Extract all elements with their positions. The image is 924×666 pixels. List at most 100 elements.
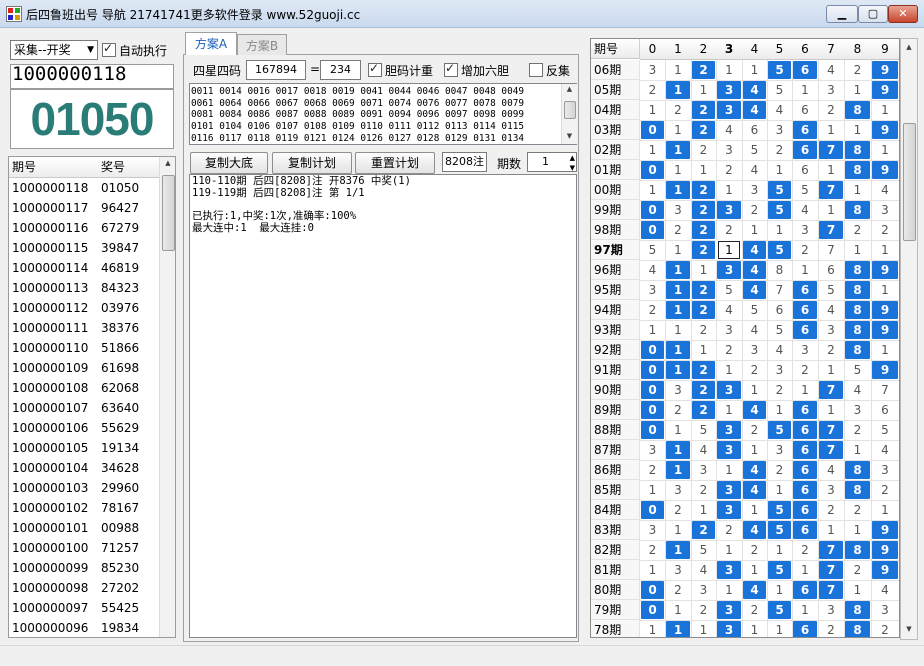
grid-cell[interactable]: 2 bbox=[716, 340, 743, 361]
grid-cell[interactable]: 2 bbox=[640, 460, 666, 481]
grid-cell[interactable]: 2 bbox=[871, 620, 899, 637]
grid-cell[interactable]: 1 bbox=[844, 580, 872, 601]
grid-header-digit[interactable]: 0 bbox=[640, 39, 666, 60]
grid-cell-hit[interactable]: 0 bbox=[640, 420, 666, 441]
grid-row-period[interactable]: 82期 bbox=[591, 540, 640, 560]
six-dan-checkbox[interactable]: 增加六胆 bbox=[444, 61, 509, 79]
grid-row-period[interactable]: 01期 bbox=[591, 160, 640, 180]
grid-cell[interactable]: 2 bbox=[665, 500, 692, 521]
grid-cell[interactable]: 4 bbox=[818, 60, 845, 81]
grid-cell-hit[interactable]: 1 bbox=[665, 260, 692, 281]
grid-cell-hit[interactable]: 5 bbox=[767, 240, 793, 261]
minimize-button[interactable]: ▁ bbox=[826, 5, 858, 23]
grid-cell[interactable]: 1 bbox=[742, 220, 768, 241]
grid-cell-hit[interactable]: 3 bbox=[716, 600, 743, 621]
list-item[interactable]: 1000000110 51866 bbox=[9, 338, 159, 358]
grid-cell-hit[interactable]: 7 bbox=[818, 180, 845, 201]
grid-cell[interactable]: 3 bbox=[871, 600, 899, 621]
grid-cell-hit[interactable]: 9 bbox=[871, 160, 899, 181]
grid-cell-hit[interactable]: 1 bbox=[665, 620, 692, 637]
scroll-thumb[interactable] bbox=[162, 175, 175, 251]
grid-cell[interactable]: 2 bbox=[665, 400, 692, 421]
grid-cell[interactable]: 4 bbox=[818, 460, 845, 481]
grid-cell-hit[interactable]: 8 bbox=[844, 200, 872, 221]
grid-cell-hit[interactable]: 8 bbox=[844, 100, 872, 121]
grid-cell[interactable]: 8 bbox=[767, 260, 793, 281]
grid-cell[interactable]: 1 bbox=[767, 480, 793, 501]
grid-cell-hit[interactable]: 0 bbox=[640, 580, 666, 601]
grid-cell[interactable]: 5 bbox=[640, 240, 666, 261]
grid-row-period[interactable]: 84期 bbox=[591, 500, 640, 520]
grid-cell-hit[interactable]: 7 bbox=[818, 140, 845, 161]
grid-cell[interactable]: 1 bbox=[844, 120, 872, 141]
grid-cell-hit[interactable]: 6 bbox=[792, 280, 819, 301]
grid-cell[interactable]: 2 bbox=[691, 140, 717, 161]
grid-cell[interactable]: 4 bbox=[691, 440, 717, 461]
grid-row-period[interactable]: 97期 bbox=[591, 240, 640, 260]
grid-cell-hit[interactable]: 8 bbox=[844, 540, 872, 561]
grid-cell[interactable]: 2 bbox=[691, 320, 717, 341]
grid-cell-hit[interactable]: 8 bbox=[844, 480, 872, 501]
grid-cell[interactable]: 7 bbox=[818, 240, 845, 261]
column-header-period[interactable]: 期号 bbox=[9, 157, 102, 178]
grid-cell[interactable]: 1 bbox=[818, 400, 845, 421]
grid-cell[interactable]: 2 bbox=[640, 80, 666, 101]
grid-cell[interactable]: 4 bbox=[767, 340, 793, 361]
grid-cell-hit[interactable]: 8 bbox=[844, 260, 872, 281]
grid-row-period[interactable]: 96期 bbox=[591, 260, 640, 280]
grid-cell-hit[interactable]: 1 bbox=[665, 80, 692, 101]
grid-cell[interactable]: 3 bbox=[665, 200, 692, 221]
grid-header-digit[interactable]: 4 bbox=[742, 39, 768, 60]
grid-cell[interactable]: 1 bbox=[767, 160, 793, 181]
grid-cell[interactable]: 1 bbox=[844, 240, 872, 261]
grid-cell-hit[interactable]: 9 bbox=[871, 540, 899, 561]
grid-cell[interactable]: 2 bbox=[665, 100, 692, 121]
grid-row-period[interactable]: 90期 bbox=[591, 380, 640, 400]
grid-cell-hit[interactable]: 6 bbox=[792, 60, 819, 81]
grid-cell-hit[interactable]: 4 bbox=[742, 260, 768, 281]
grid-cell-hit[interactable]: 2 bbox=[691, 280, 717, 301]
reset-plan-button[interactable]: 重置计划 bbox=[355, 152, 435, 174]
grid-cell-hit[interactable]: 1 bbox=[665, 300, 692, 321]
grid-cell-hit[interactable]: 0 bbox=[640, 400, 666, 421]
grid-row-period[interactable]: 00期 bbox=[591, 180, 640, 200]
grid-cell[interactable]: 1 bbox=[792, 80, 819, 101]
codes-textarea[interactable]: 0011 0014 0016 0017 0018 0019 0041 0044 … bbox=[189, 83, 577, 145]
grid-cell-hit[interactable]: 2 bbox=[691, 60, 717, 81]
grid-cell-hit[interactable]: 9 bbox=[871, 360, 899, 381]
grid-cell-hit[interactable]: 5 bbox=[767, 500, 793, 521]
grid-cell[interactable]: 3 bbox=[767, 120, 793, 141]
grid-cell-hit[interactable]: 4 bbox=[742, 520, 768, 541]
grid-cell-hit[interactable]: 6 bbox=[792, 480, 819, 501]
grid-cell[interactable]: 1 bbox=[691, 620, 717, 637]
grid-cell-hit[interactable]: 1 bbox=[665, 280, 692, 301]
grid-cell-hit[interactable]: 6 bbox=[792, 580, 819, 601]
list-item[interactable]: 1000000116 67279 bbox=[9, 218, 159, 238]
grid-cell-hit[interactable]: 3 bbox=[716, 560, 743, 581]
grid-cell[interactable]: 1 bbox=[742, 440, 768, 461]
grid-cell-hit[interactable]: 2 bbox=[691, 380, 717, 401]
grid-cell-hit[interactable]: 4 bbox=[742, 240, 768, 261]
grid-cell[interactable]: 2 bbox=[742, 600, 768, 621]
grid-cell-hit[interactable]: 3 bbox=[716, 380, 743, 401]
grid-cell[interactable]: 4 bbox=[871, 440, 899, 461]
grid-cell-hit[interactable]: 9 bbox=[871, 560, 899, 581]
grid-cell[interactable]: 1 bbox=[792, 260, 819, 281]
grid-cell[interactable]: 2 bbox=[871, 220, 899, 241]
grid-cell[interactable]: 1 bbox=[665, 320, 692, 341]
grid-cell[interactable]: 1 bbox=[716, 180, 743, 201]
grid-cell[interactable]: 3 bbox=[818, 320, 845, 341]
grid-cell-hit[interactable]: 6 bbox=[792, 420, 819, 441]
grid-cell-hit[interactable]: 3 bbox=[716, 620, 743, 637]
grid-cell[interactable]: 2 bbox=[691, 600, 717, 621]
list-item[interactable]: 1000000105 19134 bbox=[9, 438, 159, 458]
grid-cell[interactable]: 6 bbox=[792, 160, 819, 181]
grid-cell[interactable]: 3 bbox=[767, 360, 793, 381]
grid-cell[interactable]: 1 bbox=[871, 100, 899, 121]
scroll-thumb[interactable] bbox=[903, 123, 916, 241]
grid-cell[interactable]: 5 bbox=[691, 420, 717, 441]
grid-row-period[interactable]: 80期 bbox=[591, 580, 640, 600]
list-item[interactable]: 1000000101 00988 bbox=[9, 518, 159, 538]
grid-cell-hit[interactable]: 2 bbox=[691, 100, 717, 121]
grid-cell[interactable]: 1 bbox=[665, 60, 692, 81]
